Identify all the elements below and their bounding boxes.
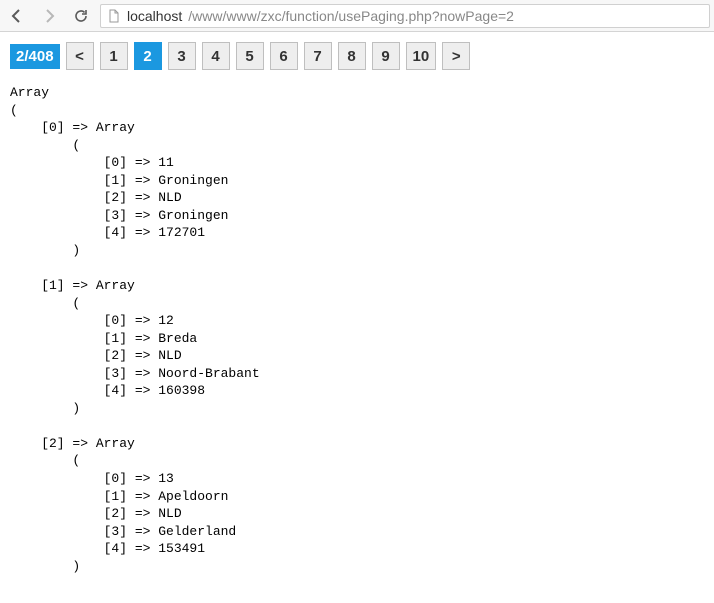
pagination: 2/408 < 12345678910 > (10, 42, 704, 70)
page-button-7[interactable]: 7 (304, 42, 332, 70)
page-button-2[interactable]: 2 (134, 42, 162, 70)
page-button-9[interactable]: 9 (372, 42, 400, 70)
array-dump: Array ( [0] => Array ( [0] => 11 [1] => … (10, 84, 704, 593)
next-page-button[interactable]: > (442, 42, 470, 70)
page-indicator-badge: 2/408 (10, 44, 60, 69)
reload-icon (73, 8, 89, 24)
back-button[interactable] (4, 3, 30, 29)
page-button-4[interactable]: 4 (202, 42, 230, 70)
address-bar[interactable]: localhost/www/www/zxc/function/usePaging… (100, 4, 710, 28)
arrow-right-icon (41, 8, 57, 24)
arrow-left-icon (9, 8, 25, 24)
reload-button[interactable] (68, 3, 94, 29)
page-button-1[interactable]: 1 (100, 42, 128, 70)
page-button-10[interactable]: 10 (406, 42, 437, 70)
page-button-5[interactable]: 5 (236, 42, 264, 70)
page-content: 2/408 < 12345678910 > Array ( [0] => Arr… (0, 32, 714, 603)
browser-toolbar: localhost/www/www/zxc/function/usePaging… (0, 0, 714, 32)
url-path: /www/www/zxc/function/usePaging.php?nowP… (188, 8, 514, 24)
prev-page-button[interactable]: < (66, 42, 94, 70)
page-button-8[interactable]: 8 (338, 42, 366, 70)
page-button-3[interactable]: 3 (168, 42, 196, 70)
forward-button[interactable] (36, 3, 62, 29)
page-button-6[interactable]: 6 (270, 42, 298, 70)
url-host: localhost (127, 8, 182, 24)
page-icon (107, 9, 121, 23)
